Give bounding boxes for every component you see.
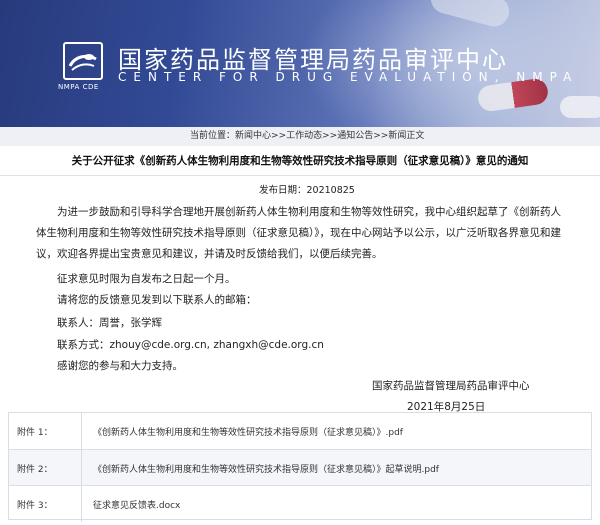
breadcrumb-separator: >> <box>271 131 287 141</box>
publish-date: 发布日期：20210825 <box>259 185 355 196</box>
logo-caption: NMPA CDE <box>58 83 99 91</box>
attachment-label: 附件 1： <box>17 428 53 438</box>
breadcrumb-item-notices[interactable]: 通知公告 <box>337 131 373 141</box>
attachments-table: 附件 1： 《创新药人体生物利用度和生物等效性研究技术指导原则（征求意见稿）》.… <box>8 412 592 522</box>
site-header-banner: NMPA CDE 国家药品监督管理局药品审评中心 CENTER FOR DRUG… <box>0 0 600 127</box>
email-intro-text: 请将您的反馈意见发到以下联系人的邮箱： <box>57 294 257 306</box>
intro-paragraph: 为进一步鼓励和引导科学合理地开展创新药人体生物利用度和生物等效性研究，我中心组织… <box>36 202 566 265</box>
attachment-link-guideline-pdf[interactable]: 《创新药人体生物利用度和生物等效性研究技术指导原则（征求意见稿）》.pdf <box>93 425 403 438</box>
attachment-link-feedback-form-docx[interactable]: 征求意见反馈表.docx <box>93 498 180 511</box>
attachment-row: 附件 3： 征求意见反馈表.docx <box>9 485 591 522</box>
attachment-link-drafting-notes-pdf[interactable]: 《创新药人体生物利用度和生物等效性研究技术指导原则（征求意见稿）》起草说明.pd… <box>93 462 439 475</box>
breadcrumb-separator: >> <box>322 131 338 141</box>
article-title: 关于公开征求《创新药人体生物利用度和生物等效性研究技术指导原则（征求意见稿）》意… <box>71 155 529 167</box>
thanks-text: 感谢您的参与和大力支持。 <box>57 360 183 372</box>
attachment-label: 附件 2： <box>17 465 53 475</box>
attachment-row: 附件 1： 《创新药人体生物利用度和生物等效性研究技术指导原则（征求意见稿）》.… <box>9 413 591 449</box>
breadcrumb-item-work-news[interactable]: 工作动态 <box>286 131 322 141</box>
attachment-row: 附件 2： 《创新药人体生物利用度和生物等效性研究技术指导原则（征求意见稿）》起… <box>9 449 591 486</box>
deadline-text: 征求意见时限为自发布之日起一个月。 <box>57 273 236 285</box>
cde-logo-icon[interactable] <box>63 42 103 80</box>
contact-emails[interactable]: 联系方式：zhouy@cde.org.cn, zhangxh@cde.org.c… <box>57 337 324 352</box>
column-divider <box>81 413 82 449</box>
site-title-en: CENTER FOR DRUG EVALUATION, NMPA <box>118 70 579 84</box>
contact-persons: 联系人：周誉，张学辉 <box>57 317 162 329</box>
column-divider <box>81 450 82 486</box>
breadcrumb-prefix: 当前位置： <box>190 131 236 141</box>
breadcrumb-item-news-body[interactable]: 新闻正文 <box>388 131 424 141</box>
banner-decoration-capsule <box>560 96 600 118</box>
column-divider <box>81 486 82 522</box>
title-divider <box>0 175 600 176</box>
intro-paragraph-text: 为进一步鼓励和引导科学合理地开展创新药人体生物利用度和生物等效性研究，我中心组织… <box>36 206 561 260</box>
signature-organization: 国家药品监督管理局药品审评中心 <box>372 380 530 392</box>
breadcrumb-separator: >> <box>373 131 389 141</box>
breadcrumb: 当前位置：新闻中心>>工作动态>>通知公告>>新闻正文 <box>0 127 600 146</box>
attachment-label: 附件 3： <box>17 501 53 511</box>
breadcrumb-item-news-center[interactable]: 新闻中心 <box>235 131 271 141</box>
